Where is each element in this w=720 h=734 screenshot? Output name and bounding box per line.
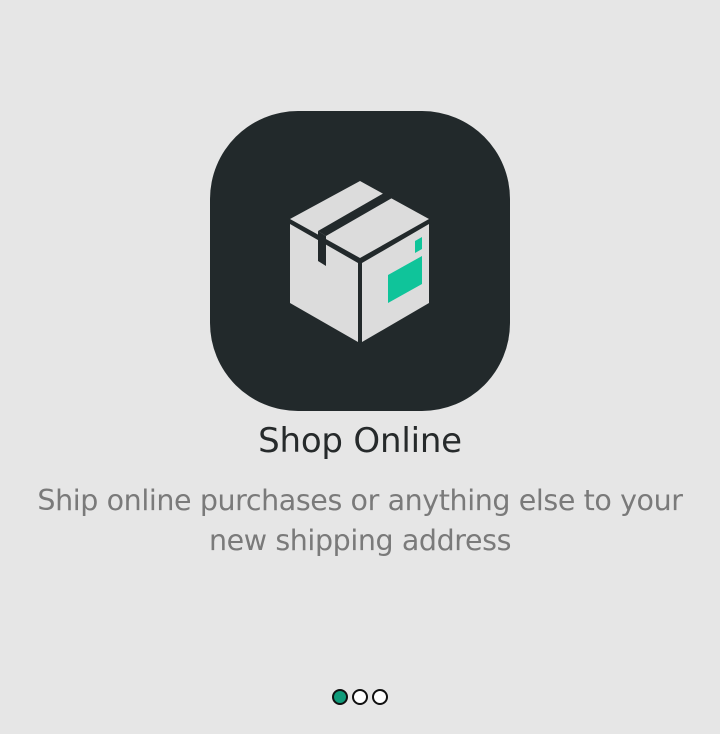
slide-description: Ship online purchases or anything else t… [37,484,683,557]
page-dot-2[interactable] [352,689,368,705]
slide-title: Shop Online [258,421,462,461]
page-dot-3[interactable] [372,689,388,705]
package-box-icon [290,181,429,342]
page-indicator [0,687,720,709]
icon-tile [210,111,510,411]
onboarding-slide: Shop Online Ship online purchases or any… [0,0,720,734]
page-dot-1[interactable] [332,689,348,705]
